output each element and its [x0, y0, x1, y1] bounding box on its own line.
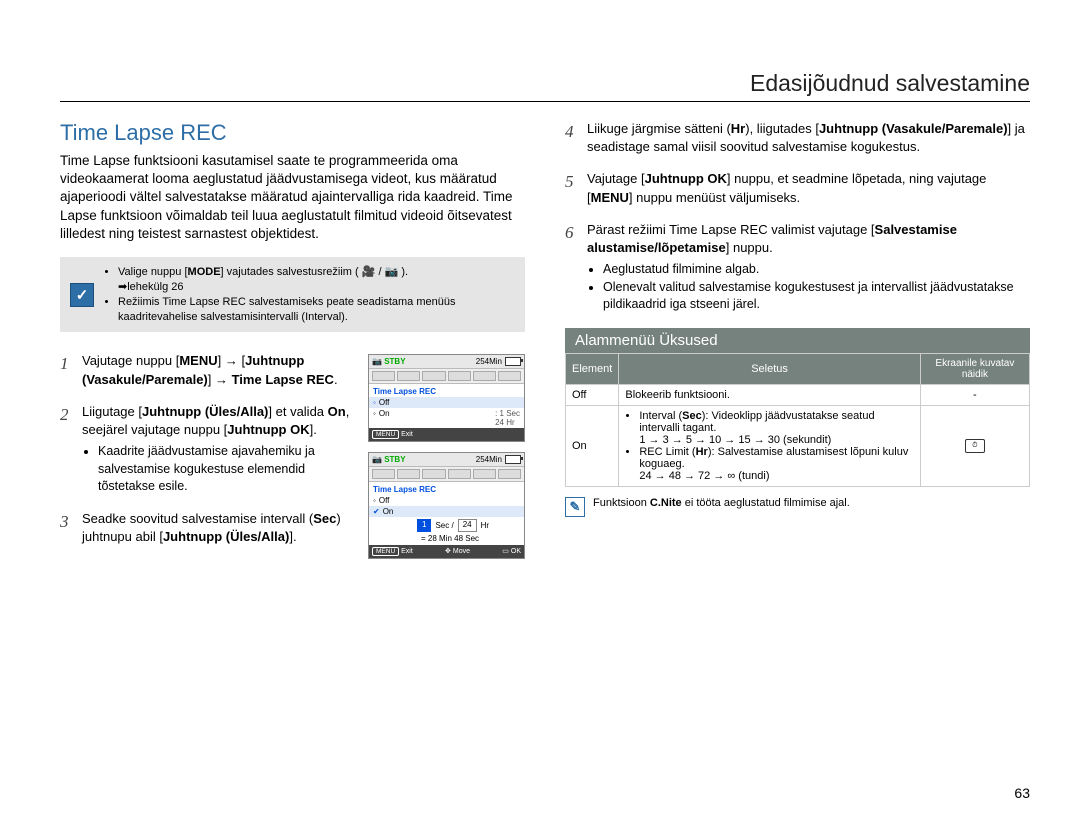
info-table: Element Seletus Ekraanile kuvatav näidik…	[565, 353, 1030, 487]
chapter-title: Edasijõudnud salvestamine	[60, 70, 1030, 97]
mode-label: MODE	[188, 266, 221, 278]
step-6: Pärast režiimi Time Lapse REC valimist v…	[565, 221, 1030, 314]
steps-list-left: Vajutage nuppu [MENU] → [Juhtnupp (Vasak…	[60, 352, 360, 546]
note-box: ✓ Valige nuppu [MODE] vajutades salvestu…	[60, 257, 525, 332]
ui-screenshots: 📷 STBY 254Min Time Lapse REC ◦Off ◦On: 1…	[368, 352, 525, 568]
table-row-on: On Interval (Sec): Videoklipp jäädvustat…	[566, 405, 1030, 486]
ui1-title: Time Lapse REC	[369, 384, 524, 397]
note-text-a: Valige nuppu [	[118, 266, 188, 278]
step-3: Seadke soovitud salvestamise intervall (…	[60, 510, 360, 546]
time-lapse-rec-icon: ⏱	[965, 439, 985, 453]
step-4: Liikuge järgmise sätteni (Hr), liigutade…	[565, 120, 1030, 156]
th-display: Ekraanile kuvatav näidik	[920, 353, 1029, 384]
th-element: Element	[566, 353, 619, 384]
step-6-sub1: Aeglustatud filmimine algab.	[603, 261, 1030, 279]
step-6-sub2: Olenevalt valitud salvestamise kogukestu…	[603, 279, 1030, 314]
note-page-ref: ➡lehekülg 26	[118, 281, 183, 293]
ui-preview-2: 📷 STBY 254Min Time Lapse REC ◦Off ✔On 1 …	[368, 452, 525, 558]
note-text: Valige nuppu [MODE] vajutades salvestusr…	[104, 265, 515, 324]
ui-preview-1: 📷 STBY 254Min Time Lapse REC ◦Off ◦On: 1…	[368, 354, 525, 442]
table-row-off: Off Blokeerib funktsiooni. -	[566, 384, 1030, 405]
step-5: Vajutage [Juhtnupp OK] nuppu, et seadmin…	[565, 170, 1030, 206]
left-column: Time Lapse REC Time Lapse funktsiooni ka…	[60, 120, 525, 569]
page-number: 63	[1014, 785, 1030, 801]
right-column: Liikuge järgmise sätteni (Hr), liigutade…	[565, 120, 1030, 569]
note-text-b: ] vajutades salvestusrežiim ( 🎥 / 📷 ).	[221, 266, 409, 278]
section-title: Time Lapse REC	[60, 120, 525, 146]
step-2-sub: Kaadrite jäädvustamise ajavahemiku ja sa…	[98, 443, 360, 496]
top-rule	[60, 101, 1030, 102]
ui2-title: Time Lapse REC	[369, 482, 524, 495]
step-2: Liigutage [Juhtnupp (Üles/Alla)] et vali…	[60, 403, 360, 496]
sub-heading: Alammenüü Üksused	[565, 328, 1030, 353]
info-icon: ✎	[565, 497, 585, 517]
intro-paragraph: Time Lapse funktsiooni kasutamisel saate…	[60, 152, 525, 243]
footnote: ✎ Funktsioon C.Nite ei tööta aeglustatud…	[565, 497, 1030, 517]
note-line-3: Režiimis Time Lapse REC salvestamiseks p…	[118, 295, 515, 325]
steps-list-right: Liikuge järgmise sätteni (Hr), liigutade…	[565, 120, 1030, 314]
check-icon: ✓	[70, 283, 94, 307]
th-seletus: Seletus	[619, 353, 920, 384]
step-1: Vajutage nuppu [MENU] → [Juhtnupp (Vasak…	[60, 352, 360, 388]
